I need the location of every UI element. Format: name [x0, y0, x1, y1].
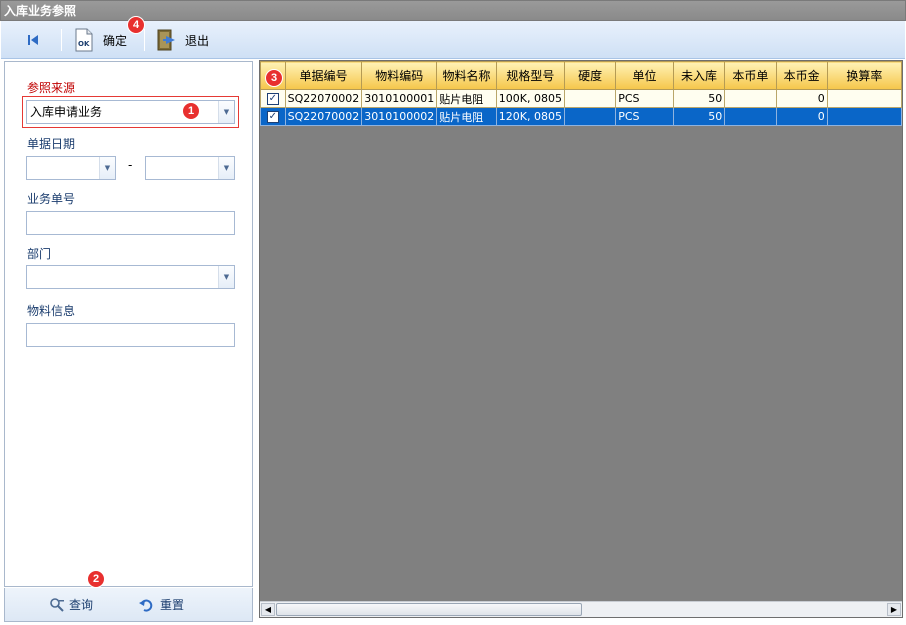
callout-badge-1: 1 — [182, 102, 200, 120]
cell-mat-name: 贴片电阻 — [436, 89, 497, 108]
table-row[interactable]: ✓ SQ22070002 3010100001 贴片电阻 100K, 0805 … — [260, 89, 903, 108]
cell-unit: PCS — [615, 107, 674, 126]
col-header[interactable]: 单位 — [615, 61, 674, 90]
toolbar-separator — [144, 29, 145, 51]
col-header[interactable]: 本币单 — [724, 61, 777, 90]
search-icon — [50, 597, 64, 612]
chevron-down-icon[interactable]: ▼ — [218, 157, 234, 179]
ref-source-value: 入库申请业务 — [30, 105, 103, 119]
cell-price — [724, 89, 777, 108]
first-record-button[interactable] — [25, 27, 41, 53]
cell-price — [724, 107, 777, 126]
col-header[interactable]: 本币金 — [775, 61, 828, 90]
query-button[interactable]: 查询 — [49, 596, 93, 613]
col-header[interactable]: 规格型号 — [495, 61, 566, 90]
row-checkbox[interactable]: ✓ — [266, 111, 279, 123]
date-label: 单据日期 — [27, 137, 76, 151]
horizontal-scrollbar[interactable]: ◀ ▶ — [260, 601, 902, 617]
query-button-label: 查询 — [69, 598, 94, 612]
toolbar-separator — [61, 29, 62, 51]
reset-button-label: 重置 — [160, 598, 185, 612]
cell-mat-code: 3010100001 — [361, 89, 438, 108]
row-checkbox[interactable]: ✓ — [266, 93, 279, 105]
ref-source-select[interactable]: 入库申请业务 ▼ — [26, 100, 235, 124]
ref-source-label: 参照来源 — [27, 81, 76, 95]
cell-hardness — [563, 107, 617, 126]
ok-button-label: 确定 — [103, 33, 128, 48]
cell-spec: 120K, 0805 — [495, 107, 566, 126]
cell-mat-code: 3010100002 — [361, 107, 438, 126]
cell-amount: 0 — [775, 107, 828, 126]
scroll-right-icon[interactable]: ▶ — [887, 603, 901, 616]
row-checkbox-cell[interactable]: ✓ — [260, 89, 286, 108]
undo-icon — [139, 599, 153, 612]
material-input[interactable] — [26, 323, 235, 347]
svg-text:OK: OK — [78, 40, 90, 48]
callout-badge-2: 2 — [87, 570, 105, 588]
dept-select[interactable]: ▼ — [26, 265, 235, 289]
col-header[interactable]: 硬度 — [563, 61, 617, 90]
first-record-icon — [28, 35, 38, 45]
exit-door-icon — [157, 29, 175, 51]
cell-hardness — [563, 89, 617, 108]
col-header[interactable]: 换算率 — [826, 61, 903, 90]
cell-pending: 50 — [672, 107, 726, 126]
ok-document-icon: OK — [75, 28, 93, 52]
header-row: 单据编号 物料编码 物料名称 规格型号 硬度 单位 未入库 本币单 本币金 换算… — [260, 61, 903, 90]
col-header[interactable]: 物料名称 — [436, 61, 497, 90]
cell-doc-no: SQ22070002 — [284, 89, 363, 108]
biz-no-label: 业务单号 — [27, 192, 76, 206]
date-from-select[interactable]: ▼ — [26, 156, 116, 180]
row-checkbox-cell[interactable]: ✓ — [260, 107, 286, 126]
reset-button[interactable]: 重置 — [138, 596, 184, 613]
table-row-selected[interactable]: ✓ SQ22070002 3010100002 贴片电阻 120K, 0805 … — [260, 107, 903, 126]
scroll-left-icon[interactable]: ◀ — [261, 603, 275, 616]
chevron-down-icon[interactable]: ▼ — [218, 101, 234, 123]
chevron-down-icon[interactable]: ▼ — [99, 157, 115, 179]
filter-panel: 参照来源 入库申请业务 ▼ 1 单据日期 ▼ - ▼ 业务单号 部门 ▼ 物料信… — [4, 61, 253, 587]
scrollbar-thumb[interactable] — [276, 603, 582, 616]
cell-pending: 50 — [672, 89, 726, 108]
ok-button[interactable]: OK 确定 — [73, 27, 127, 53]
cell-unit: PCS — [615, 89, 674, 108]
biz-no-input[interactable] — [26, 211, 235, 235]
exit-button[interactable]: 退出 — [155, 27, 209, 53]
cell-amount: 0 — [775, 89, 828, 108]
col-header[interactable]: 单据编号 — [284, 61, 363, 90]
cell-rate — [826, 89, 903, 108]
material-label: 物料信息 — [27, 304, 76, 318]
callout-badge-3: 3 — [265, 69, 283, 87]
filter-footer: 查询 重置 — [4, 588, 253, 622]
col-header[interactable]: 物料编码 — [361, 61, 438, 90]
cell-rate — [826, 107, 903, 126]
data-table: 单据编号 物料编码 物料名称 规格型号 硬度 单位 未入库 本币单 本币金 换算… — [260, 61, 903, 126]
dept-label: 部门 — [27, 247, 52, 261]
cell-spec: 100K, 0805 — [495, 89, 566, 108]
callout-badge-4: 4 — [127, 16, 145, 34]
cell-doc-no: SQ22070002 — [284, 107, 363, 126]
col-header[interactable]: 未入库 — [672, 61, 726, 90]
date-to-select[interactable]: ▼ — [145, 156, 235, 180]
cell-mat-name: 贴片电阻 — [436, 107, 497, 126]
chevron-down-icon[interactable]: ▼ — [218, 266, 234, 288]
reference-grid: 单据编号 物料编码 物料名称 规格型号 硬度 单位 未入库 本币单 本币金 换算… — [259, 60, 903, 618]
exit-button-label: 退出 — [185, 33, 210, 48]
date-range-separator: - — [128, 158, 133, 172]
